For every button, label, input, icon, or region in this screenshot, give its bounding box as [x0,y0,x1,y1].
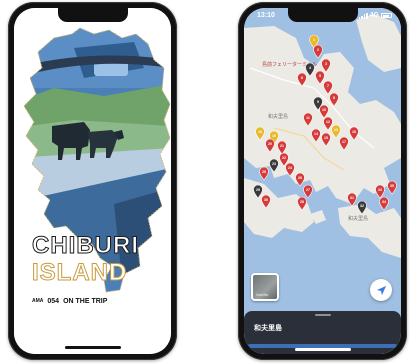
map-pin-number: 35 [390,184,394,188]
sheet-title: 和夫里島 [254,325,282,332]
map-pin-number: 23 [272,162,276,166]
map-pin-number: 7 [327,84,329,88]
home-indicator[interactable] [294,348,351,351]
map-pin-number: 18 [258,130,262,134]
map-pin-number: 33 [378,188,382,192]
battery-icon [151,13,162,18]
map-pin-number: 25 [262,170,266,174]
map-screen: 島前フェリーターミナル 和夫里島 和夫里島 1 2 3 4 5 6 7 8 9 10 11 12 13 1… [244,8,401,354]
brand-number: 054 [47,298,60,305]
map-pin-number: 10 [322,108,326,112]
satellite-label: Satellite [256,293,269,297]
map-pin-number: 24 [288,166,292,170]
map-pin-number: 17 [342,140,346,144]
island-map[interactable]: 島前フェリーターミナル 和夫里島 和夫里島 123456789101112131… [244,8,401,354]
status-bar: 13:10 4G [244,11,401,23]
cover-screen: 13:10 4G CHIBURI ISLAND AMA 054 ON THE T… [14,8,171,354]
map-pin-number: 2 [317,48,319,52]
map-label-place: 和夫里島 [348,215,368,222]
signal-icon [358,12,368,19]
map-pin-number: 32 [360,204,364,208]
map-pin-number: 8 [333,96,335,100]
map-pin-number: 12 [326,120,330,124]
signal-icon [128,12,138,19]
map-pin-number: 30 [264,198,268,202]
network-type: 4G [369,12,379,19]
map-pin-number: 31 [350,196,354,200]
map-pin-number: 4 [309,66,311,70]
map-pin-number: 13 [334,128,338,132]
map-pin-number: 11 [306,116,310,120]
status-time: 13:10 [257,12,275,19]
location-arrow-icon [376,285,386,295]
map-pin-number: 27 [306,188,310,192]
map-pin-number: 20 [268,142,272,146]
status-time: 13:10 [27,12,45,19]
map-pin-number: 22 [282,156,286,160]
satellite-toggle-button[interactable]: Satellite [251,273,279,301]
map-pin-number: 21 [280,144,284,148]
locate-button[interactable] [370,279,392,301]
map-pin-number: 26 [298,176,302,180]
phone-left: 13:10 4G CHIBURI ISLAND AMA 054 ON THE T… [8,2,177,360]
sheet-drag-handle[interactable] [314,314,331,316]
title-block: CHIBURI ISLAND [32,232,139,286]
map-pin-number: 1 [313,38,315,42]
phone-right: 島前フェリーターミナル 和夫里島 和夫里島 1 2 3 4 5 6 7 8 9 10 11 12 13 1… [238,2,407,360]
battery-icon [381,13,392,18]
map-pin-number: 6 [301,76,303,80]
map-pin-number: 19 [272,134,276,138]
map-pin-number: 3 [325,62,327,66]
map-label-place: 和夫里島 [268,113,288,120]
map-pin-number: 9 [317,100,319,104]
map-pin-number: 15 [324,136,328,140]
network-type: 4G [139,12,149,19]
brand-lockup: AMA 054 ON THE TRIP [32,298,107,305]
map-pin-number: 28 [300,200,304,204]
home-indicator[interactable] [64,346,121,349]
status-bar: 13:10 4G [14,11,171,23]
brand-mark: AMA [32,298,44,304]
map-pin-number: 29 [256,188,260,192]
map-pin-number: 16 [352,130,356,134]
map-pin-number: 14 [314,132,318,136]
brand-text: ON THE TRIP [63,298,108,305]
title-chiburi: CHIBURI [32,232,139,259]
map-pin-number: 34 [382,200,386,204]
map-pin-number: 5 [319,74,321,78]
title-island: ISLAND [32,259,128,286]
